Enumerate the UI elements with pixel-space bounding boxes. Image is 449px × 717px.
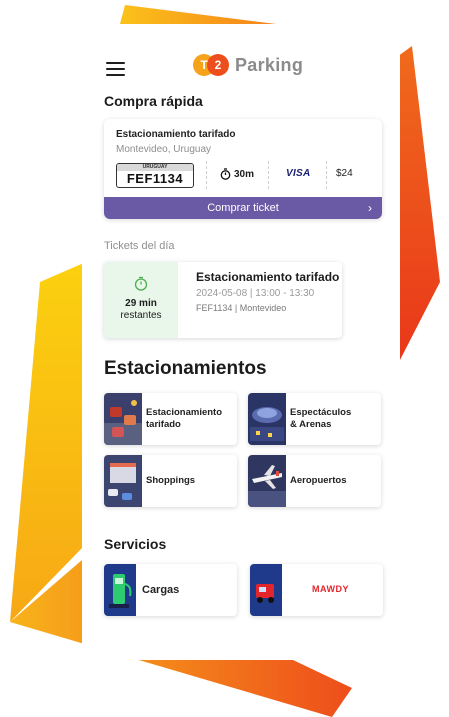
arenas-image [248,393,286,445]
app-screen: T 2 Parking Compra rápida Estacionamient… [82,24,400,660]
category-label: Aeropuertos [290,475,347,486]
divider [206,161,207,189]
duration-value: 30m [234,168,255,180]
shoppings-image [104,455,142,507]
ticket-remaining: 29 min restantes [104,262,178,338]
price: $24 [336,168,353,179]
quick-buy-title: Compra rápida [104,93,203,109]
buy-ticket-label: Comprar ticket [207,202,279,214]
hamburger-menu-icon[interactable] [106,62,125,76]
services-title: Servicios [104,536,167,552]
remaining-minutes: 29 min [125,298,157,309]
remaining-label: restantes [120,310,162,321]
parking-title: Estacionamientos [104,358,267,379]
stopwatch-icon [220,168,231,180]
plate-number: FEF1134 [126,171,184,186]
quick-buy-city: Montevideo, Uruguay [116,144,212,155]
app-logo: T 2 Parking [193,54,303,76]
divider [326,161,327,189]
category-arenas[interactable]: Espectáculos & Arenas [248,393,381,445]
ticket-datetime: 2024-05-08 | 13:00 - 13:30 [196,288,315,299]
category-paid-parking[interactable]: Estacionamiento tarifado [104,393,237,445]
category-label: Espectáculos & Arenas [290,407,352,430]
tickets-title: Tickets del día [104,240,175,252]
plate-country: URUGUAY [117,164,193,171]
ticket-card[interactable]: 29 min restantes Estacionamiento tarifad… [104,262,342,338]
service-mawdy[interactable]: MAWDY [250,564,383,616]
paid-parking-image [104,393,142,445]
logo-badge-right: 2 [214,58,222,72]
ev-charger-image [104,564,136,616]
logo-badge: T 2 [193,54,231,76]
divider [268,161,269,189]
duration: 30m [220,168,254,180]
ticket-plate-city: FEF1134 | Montevideo [196,303,287,313]
tow-truck-image [250,564,282,616]
logo-text: Parking [235,54,304,75]
license-plate: URUGUAY FEF1134 [116,163,194,188]
airports-image [248,455,286,507]
buy-ticket-button[interactable]: Comprar ticket › [104,197,382,219]
quick-buy-card[interactable]: Estacionamiento tarifado Montevideo, Uru… [104,119,382,219]
category-shoppings[interactable]: Shoppings [104,455,237,507]
category-airports[interactable]: Aeropuertos [248,455,381,507]
quick-buy-location: Estacionamiento tarifado [116,129,236,140]
category-label: Shoppings [146,475,196,486]
mawdy-logo: MAWDY [312,584,349,594]
visa-icon: VISA [286,168,311,179]
service-charging[interactable]: Cargas [104,564,237,616]
chevron-right-icon: › [368,201,372,215]
service-label: Cargas [142,584,180,596]
category-label: Estacionamiento tarifado [146,407,223,430]
ticket-name: Estacionamiento tarifado [196,270,340,284]
stopwatch-icon [134,276,148,291]
